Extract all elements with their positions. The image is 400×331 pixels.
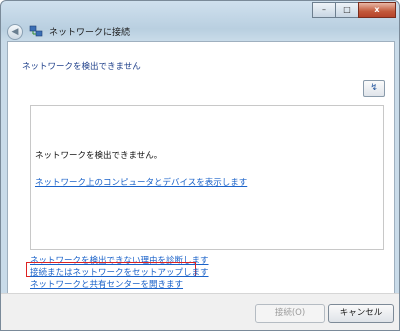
setup-connection-link[interactable]: 接続またはネットワークをセットアップします [30,266,209,278]
refresh-button[interactable]: ↯ [363,80,385,97]
back-arrow-icon[interactable]: ◀ [7,24,23,40]
window-title: ネットワークに接続 [49,28,131,38]
network-center-link[interactable]: ネットワークと共有センターを開きます [30,278,183,290]
page-heading: ネットワークを検出できません [22,62,141,72]
refresh-icon: ↯ [370,83,378,93]
title-bar: ◀ ネットワークに接続 – □ x [1,1,399,41]
dialog-window: ◀ ネットワークに接続 – □ x ネットワークを検出できません ↯ ネットワー… [0,0,400,331]
no-network-message: ネットワークを検出できません。 [35,151,163,161]
minimize-icon[interactable]: – [312,2,336,18]
connect-button[interactable]: 接続(O) [255,304,325,323]
show-devices-link[interactable]: ネットワーク上のコンピュータとデバイスを表示します [35,176,247,188]
content-area: ネットワークを検出できません ↯ ネットワークを検出できません。 ネットワーク上… [7,41,395,294]
caption-buttons: – □ x [312,2,396,18]
network-icon [29,23,43,37]
maximize-icon[interactable]: □ [335,2,359,18]
close-icon[interactable]: x [358,2,396,18]
cancel-button[interactable]: キャンセル [328,304,394,323]
network-list-panel: ネットワークを検出できません。 ネットワーク上のコンピュータとデバイスを表示しま… [30,105,384,250]
button-bar: 接続(O) キャンセル [1,293,399,330]
